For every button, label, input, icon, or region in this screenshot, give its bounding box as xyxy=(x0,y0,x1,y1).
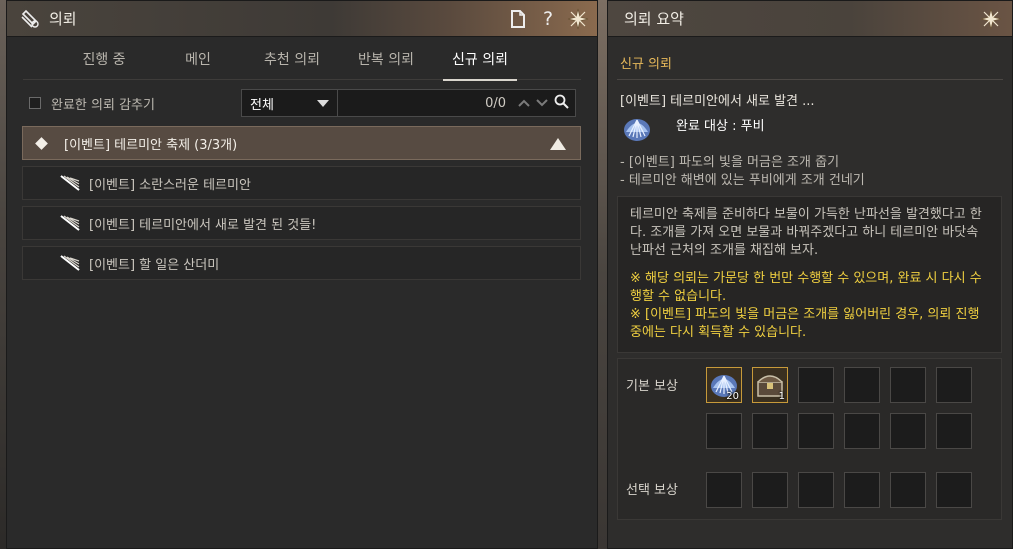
diamond-icon xyxy=(35,136,48,150)
objective-item: - 테르미안 해변에 있는 푸비에게 조개 건네기 xyxy=(620,173,865,188)
reward-slot-empty xyxy=(890,472,926,508)
search-count: 0/0 xyxy=(485,95,506,111)
compass-settings-icon[interactable] xyxy=(978,6,1004,32)
rewards-panel: 기본 보상 20 1 선택 보상 xyxy=(617,358,1002,520)
choice-reward-label: 선택 보상 xyxy=(626,483,678,498)
chevron-up-icon[interactable] xyxy=(518,96,530,111)
compass-settings-icon[interactable] xyxy=(565,6,591,32)
filter-select-value: 전체 xyxy=(250,97,274,113)
filter-select[interactable]: 전체 xyxy=(241,89,338,117)
quest-fan-icon xyxy=(60,255,80,271)
quest-title: [이벤트] 소란스러운 테르미안 xyxy=(89,177,251,193)
quest-title: [이벤트] 테르미안에서 새로 발견 된 것들! xyxy=(89,217,317,233)
quest-group-title: [이벤트] 테르미안 축제 (3/3개) xyxy=(64,137,238,153)
quest-title: [이벤트] 할 일은 산더미 xyxy=(89,257,220,273)
quest-list-item[interactable]: [이벤트] 소란스러운 테르미안 xyxy=(22,166,581,200)
quest-list: [이벤트] 테르미안 축제 (3/3개) [이벤트] 소란스러운 테르미안 [이… xyxy=(7,126,597,280)
caret-down-icon xyxy=(317,99,329,107)
help-icon[interactable]: ? xyxy=(535,6,561,32)
collapse-triangle-icon[interactable] xyxy=(550,138,566,150)
reward-slot[interactable]: 20 xyxy=(706,367,742,403)
quest-group-header[interactable]: [이벤트] 테르미안 축제 (3/3개) xyxy=(22,126,581,160)
search-input[interactable]: 0/0 xyxy=(338,89,576,117)
hide-completed-checkbox[interactable] xyxy=(29,97,41,109)
objective-list: - [이벤트] 파도의 빛을 머금은 조개 줍기 - 테르미안 해변에 있는 푸… xyxy=(620,154,1002,190)
scroll-icon xyxy=(21,9,39,28)
reward-quantity: 1 xyxy=(778,391,785,402)
summary-quest-title: [이벤트] 테르미안에서 새로 발견 ... xyxy=(620,94,815,109)
reward-slot-empty xyxy=(890,367,926,403)
world-background-gap xyxy=(598,0,607,549)
reward-slot-empty xyxy=(936,367,972,403)
document-icon[interactable] xyxy=(505,6,531,32)
reward-slot[interactable]: 1 xyxy=(752,367,788,403)
warning-text: ※ [이벤트] 파도의 빛을 머금은 조개를 잃어버린 경우, 의뢰 진행 중에… xyxy=(630,307,980,340)
reward-slot-empty xyxy=(706,413,742,449)
quest-tabs: 진행 중 메인 추천 의뢰 반복 의뢰 신규 의뢰 xyxy=(7,37,597,81)
summary-category: 신규 의뢰 xyxy=(620,57,672,72)
summary-window-title: 의뢰 요약 xyxy=(624,10,684,28)
hide-completed-label: 완료한 의뢰 감추기 xyxy=(51,97,155,113)
tab-in-progress[interactable]: 진행 중 xyxy=(57,37,151,79)
reward-slot-empty xyxy=(936,472,972,508)
quest-window: 의뢰 ? 진행 중 메인 추천 의뢰 반복 의뢰 신규 의뢰 완료한 의뢰 감추… xyxy=(6,0,598,549)
reward-slot-empty xyxy=(936,413,972,449)
tab-main[interactable]: 메인 xyxy=(151,37,245,79)
quest-description: 테르미안 축제를 준비하다 보물이 가득한 난파선을 발견했다고 한다. 조개를… xyxy=(630,207,982,258)
reward-slot-empty xyxy=(752,413,788,449)
quest-list-item[interactable]: [이벤트] 할 일은 산더미 xyxy=(22,246,581,280)
reward-slot-empty xyxy=(798,413,834,449)
basic-reward-slots: 20 1 xyxy=(706,367,972,449)
shell-icon xyxy=(624,119,650,141)
choice-reward-slots xyxy=(706,472,972,508)
quest-summary-window: 의뢰 요약 신규 의뢰 [이벤트] 테르미안에서 새로 발견 ... 완료 대상… xyxy=(607,0,1013,549)
reward-slot-empty xyxy=(844,472,880,508)
reward-slot-empty xyxy=(844,413,880,449)
quest-fan-icon xyxy=(60,175,80,191)
reward-slot-empty xyxy=(706,472,742,508)
chevron-down-icon[interactable] xyxy=(536,96,548,111)
quest-window-titlebar[interactable]: 의뢰 ? xyxy=(7,1,597,37)
quest-description-box: 테르미안 축제를 준비하다 보물이 가득한 난파선을 발견했다고 한다. 조개를… xyxy=(617,196,1002,353)
objective-item: - [이벤트] 파도의 빛을 머금은 조개 줍기 xyxy=(620,155,840,170)
reward-slot-empty xyxy=(752,472,788,508)
reward-slot-empty xyxy=(798,367,834,403)
quest-window-title: 의뢰 xyxy=(49,10,77,28)
summary-window-titlebar[interactable]: 의뢰 요약 xyxy=(608,1,1012,37)
summary-divider xyxy=(617,79,1003,80)
quest-list-item[interactable]: [이벤트] 테르미안에서 새로 발견 된 것들! xyxy=(22,206,581,240)
tab-new[interactable]: 신규 의뢰 xyxy=(433,37,527,81)
warning-text: ※ 해당 의뢰는 가문당 한 번만 수행할 수 있으며, 완료 시 다시 수행할… xyxy=(630,271,982,304)
quest-fan-icon xyxy=(60,215,80,231)
completion-target: 완료 대상 : 푸비 xyxy=(676,118,765,134)
basic-reward-label: 기본 보상 xyxy=(626,379,678,394)
reward-slot-empty xyxy=(890,413,926,449)
reward-slot-empty xyxy=(798,472,834,508)
completion-target-row: 완료 대상 : 푸비 xyxy=(617,112,1002,146)
tab-repeatable[interactable]: 반복 의뢰 xyxy=(339,37,433,79)
reward-quantity: 20 xyxy=(726,391,739,402)
tab-recommended[interactable]: 추천 의뢰 xyxy=(245,37,339,79)
filter-row: 완료한 의뢰 감추기 전체 0/0 xyxy=(7,80,597,126)
reward-slot-empty xyxy=(844,367,880,403)
search-icon[interactable] xyxy=(554,94,569,113)
